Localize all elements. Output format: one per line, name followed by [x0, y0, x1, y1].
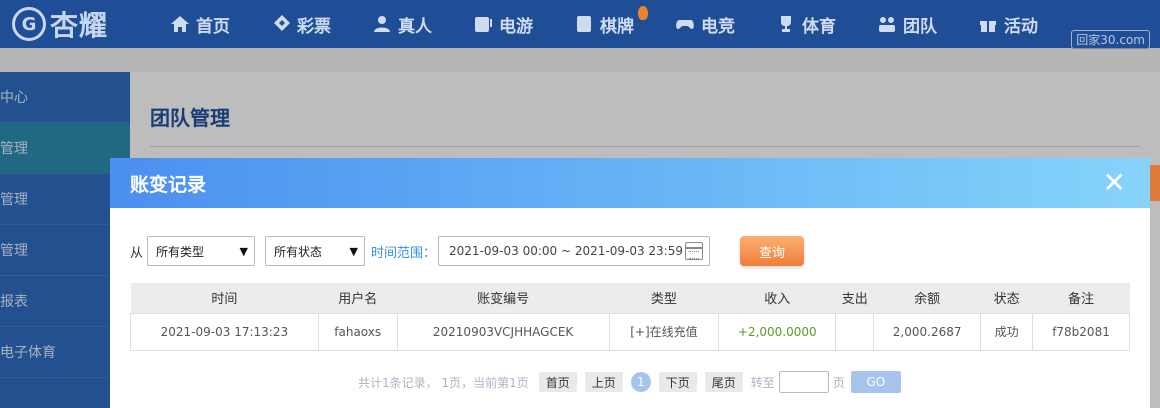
- nav-label: 团队: [903, 16, 937, 37]
- goto-label: 转至: [750, 375, 775, 390]
- cell-serial: 20210903VCJHHAGCEK: [396, 312, 610, 351]
- column-header: 状态: [980, 283, 1033, 313]
- cell-note: f78b2081: [1032, 312, 1130, 351]
- column-header: 支出: [835, 283, 874, 313]
- first-page-button[interactable]: 首页: [538, 372, 577, 392]
- status-select-value: 所有状态: [274, 244, 323, 259]
- transaction-table: 时间 用户名 账变编号 类型 收入 支出 余额 状态 备注 2021-09-03…: [130, 283, 1130, 351]
- cell-type: [+]在线充值: [608, 312, 720, 351]
- nav-label: 活动: [1004, 16, 1038, 37]
- cell-balance: 2,000.2687: [873, 312, 982, 351]
- nav-label: 电竞: [701, 16, 735, 37]
- hot-flame-icon: [638, 6, 648, 20]
- goto-page-input[interactable]: [778, 371, 829, 393]
- person-icon: [372, 14, 392, 34]
- nav-label: 体育: [802, 16, 836, 37]
- status-select[interactable]: 所有状态 ▼: [265, 236, 366, 266]
- gamepad-icon: [675, 14, 695, 34]
- cell-income: +2,000.0000: [718, 312, 837, 351]
- gift-icon: [978, 14, 998, 34]
- trophy-icon: [776, 14, 796, 34]
- table-row[interactable]: 2021-09-03 17:13:23 fahaoxs 20210903VCJH…: [130, 312, 1130, 351]
- slot-machine-icon: [473, 14, 493, 34]
- nav-label: 棋牌: [600, 16, 634, 37]
- nav-label: 彩票: [297, 16, 331, 37]
- last-page-button[interactable]: 尾页: [704, 372, 743, 392]
- logo[interactable]: G 杏耀: [12, 6, 108, 42]
- nav-label: 电游: [499, 16, 533, 37]
- close-icon[interactable]: ✕: [1103, 168, 1126, 198]
- filter-bar: 从 所有类型 ▼ 所有状态 ▼ 时间范围： 2021-09-03 00:00 ~…: [130, 236, 805, 266]
- column-header: 账变编号: [397, 283, 610, 313]
- transaction-modal: 账变记录 ✕ 从 所有类型 ▼ 所有状态 ▼ 时间范围： 2021-09-03 …: [110, 158, 1150, 408]
- nav-item-lottery[interactable]: 彩票: [271, 0, 331, 48]
- column-header: 类型: [609, 283, 719, 313]
- modal-header: 账变记录 ✕: [110, 158, 1150, 208]
- top-nav-bar: G 杏耀 首页 彩票 真人 电游 棋牌 电竞 体育 团队 活动 回家30.com: [0, 0, 1160, 49]
- column-header: 收入: [718, 283, 836, 313]
- pagination-info: 共计1条记录， 1页，当前第1页: [358, 375, 529, 390]
- nav-item-slots[interactable]: 电游: [473, 0, 533, 48]
- nav-item-esports[interactable]: 电竞: [675, 0, 735, 48]
- prev-page-button[interactable]: 上页: [584, 372, 623, 392]
- nav-item-promo[interactable]: 活动: [978, 0, 1038, 48]
- main-nav: 首页 彩票 真人 电游 棋牌 电竞 体育 团队 活动: [170, 0, 1079, 48]
- cell-time: 2021-09-03 17:13:23: [130, 312, 319, 351]
- nav-item-chess[interactable]: 棋牌: [574, 0, 648, 48]
- date-range-value: 2021-09-03 00:00 ~ 2021-09-03 23:59: [449, 244, 683, 258]
- go-button[interactable]: GO: [850, 371, 901, 393]
- type-select[interactable]: 所有类型 ▼: [147, 236, 256, 266]
- column-header: 时间: [130, 283, 319, 313]
- date-range-input[interactable]: 2021-09-03 00:00 ~ 2021-09-03 23:59: [438, 236, 711, 266]
- chevron-down-icon: ▼: [239, 245, 249, 258]
- page-word-label: 页: [832, 375, 845, 390]
- column-header: 余额: [873, 283, 981, 313]
- cell-status: 成功: [980, 312, 1034, 351]
- calendar-icon[interactable]: [685, 242, 704, 260]
- home-icon: [170, 14, 190, 34]
- team-icon: [877, 14, 897, 34]
- cell-expense: [835, 312, 875, 351]
- nav-label: 首页: [196, 16, 230, 37]
- card-icon: [574, 14, 594, 34]
- pagination: 共计1条记录， 1页，当前第1页 首页 上页 1 下页 尾页 转至 页 GO: [358, 371, 901, 393]
- logo-text: 杏耀: [50, 9, 109, 42]
- watermark: 回家30.com: [1071, 30, 1150, 49]
- modal-title: 账变记录: [130, 173, 207, 196]
- table-header-row: 时间 用户名 账变编号 类型 收入 支出 余额 状态 备注: [130, 283, 1130, 313]
- column-header: 备注: [1032, 283, 1130, 313]
- from-label: 从: [130, 245, 144, 261]
- column-header: 用户名: [318, 283, 398, 313]
- logo-mark-icon: G: [12, 7, 46, 41]
- time-range-label: 时间范围：: [371, 245, 437, 261]
- nav-item-home[interactable]: 首页: [170, 0, 230, 48]
- type-select-value: 所有类型: [156, 244, 205, 259]
- next-page-button[interactable]: 下页: [658, 372, 697, 392]
- ticket-icon: [271, 14, 291, 34]
- nav-item-team[interactable]: 团队: [877, 0, 937, 48]
- nav-item-live[interactable]: 真人: [372, 0, 432, 48]
- current-page-indicator[interactable]: 1: [630, 372, 651, 392]
- nav-label: 真人: [398, 16, 432, 37]
- query-button[interactable]: 查询: [740, 236, 805, 266]
- nav-item-sports[interactable]: 体育: [776, 0, 836, 48]
- cell-user: fahaoxs: [317, 312, 398, 351]
- chevron-down-icon: ▼: [349, 245, 359, 258]
